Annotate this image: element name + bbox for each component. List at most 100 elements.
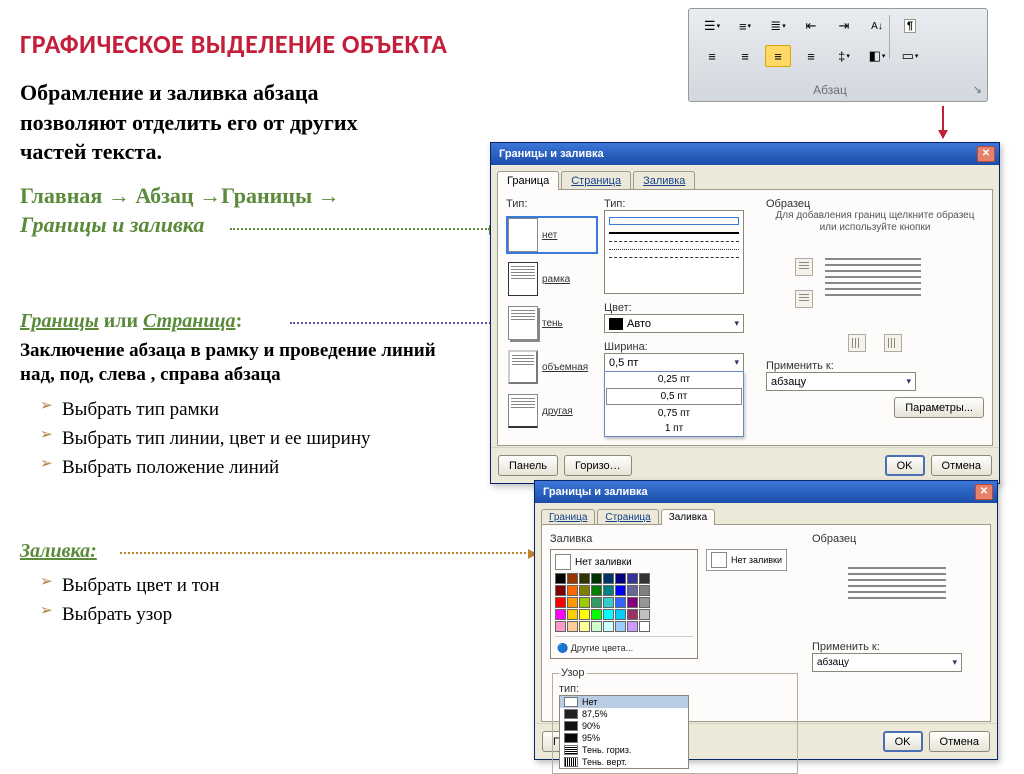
line-spacing-button[interactable]: ‡▾ (831, 45, 857, 67)
apply-to-dropdown[interactable]: абзацу▾ (766, 372, 916, 391)
color-swatch[interactable] (555, 597, 566, 608)
width-dropdown[interactable]: 0,5 пт ▾ (604, 353, 744, 372)
type-3d-option[interactable]: объемная (506, 348, 598, 386)
color-swatch[interactable] (615, 585, 626, 596)
color-swatch[interactable] (615, 597, 626, 608)
color-swatch[interactable] (555, 609, 566, 620)
color-swatch[interactable] (603, 573, 614, 584)
color-swatch[interactable] (639, 597, 650, 608)
tint-option[interactable]: 87,5% (560, 708, 688, 720)
tint-option[interactable]: 90% (560, 720, 688, 732)
tint-option[interactable]: Тень. верт. (560, 756, 688, 768)
color-swatch[interactable] (591, 573, 602, 584)
align-center-button[interactable]: ≡ (732, 45, 758, 67)
align-justify-button[interactable]: ≡ (798, 45, 824, 67)
cancel-button[interactable]: Отмена (931, 455, 992, 476)
shading-button[interactable]: ◧▾ (864, 45, 890, 67)
tab-page[interactable]: Страница (561, 171, 631, 190)
border-right-toggle[interactable] (884, 334, 902, 352)
color-swatch[interactable] (639, 585, 650, 596)
color-swatch[interactable] (603, 609, 614, 620)
align-right-button[interactable]: ≡ (765, 45, 791, 67)
color-swatch[interactable] (579, 621, 590, 632)
tab-border[interactable]: Граница (541, 509, 595, 525)
width-option[interactable]: 0,25 пт (605, 372, 743, 387)
color-swatch[interactable] (567, 609, 578, 620)
tint-option[interactable]: 95% (560, 732, 688, 744)
color-swatch[interactable] (627, 573, 638, 584)
panel-button[interactable]: Панель (498, 455, 558, 476)
color-swatch[interactable] (603, 621, 614, 632)
color-swatch[interactable] (567, 597, 578, 608)
tint-list[interactable]: Нет 87,5% 90% 95% Тень. гориз. Тень. вер… (559, 695, 689, 769)
color-swatch[interactable] (615, 609, 626, 620)
color-swatch[interactable] (627, 585, 638, 596)
close-button[interactable]: ✕ (975, 484, 993, 500)
color-swatch[interactable] (591, 597, 602, 608)
sample-paragraph[interactable] (819, 252, 927, 314)
tab-shading[interactable]: Заливка (633, 171, 695, 190)
color-swatch[interactable] (579, 597, 590, 608)
color-swatch[interactable] (591, 585, 602, 596)
borders-button[interactable]: ▭▾ (897, 45, 923, 67)
color-swatch[interactable] (627, 597, 638, 608)
border-left-toggle[interactable] (848, 334, 866, 352)
type-none-option[interactable]: нет (506, 216, 598, 254)
indent-button[interactable]: ⇥ (831, 15, 857, 37)
parameters-button[interactable]: Параметры... (894, 397, 984, 418)
color-swatch[interactable] (603, 585, 614, 596)
color-swatch[interactable] (579, 573, 590, 584)
color-swatch[interactable] (603, 597, 614, 608)
color-swatch[interactable] (615, 573, 626, 584)
no-fill-swatch[interactable] (555, 554, 571, 570)
color-swatch[interactable] (627, 621, 638, 632)
dedent-button[interactable]: ⇤ (798, 15, 824, 37)
color-swatch[interactable] (567, 573, 578, 584)
align-left-button[interactable]: ≡ (699, 45, 725, 67)
bullets-button[interactable]: ☰▾ (699, 15, 725, 37)
color-palette[interactable]: Нет заливки 🔵 Другие цвета... (550, 549, 698, 659)
color-dropdown[interactable]: Авто ▾ (604, 314, 744, 333)
hline-button[interactable]: Горизо… (564, 455, 632, 476)
tab-page[interactable]: Страница (597, 509, 658, 525)
color-swatch[interactable] (639, 573, 650, 584)
tab-border[interactable]: Граница (497, 171, 559, 190)
border-bottom-toggle[interactable] (795, 290, 813, 308)
width-option[interactable]: 0,75 пт (605, 406, 743, 421)
color-swatch[interactable] (579, 585, 590, 596)
dialog-launcher-icon[interactable]: ↘ (973, 83, 982, 96)
color-swatch[interactable] (579, 609, 590, 620)
numbering-button[interactable]: ≡▾ (732, 15, 758, 37)
line-style-list[interactable] (604, 210, 744, 294)
tab-shading[interactable]: Заливка (661, 509, 716, 525)
color-swatch[interactable] (639, 609, 650, 620)
no-fill-button[interactable]: Нет заливки (706, 549, 787, 571)
show-marks-button[interactable]: ¶ (897, 15, 923, 37)
border-top-toggle[interactable] (795, 258, 813, 276)
color-swatch[interactable] (639, 621, 650, 632)
sort-button[interactable]: А↓ (864, 15, 890, 37)
color-swatch[interactable] (567, 585, 578, 596)
ribbon-paragraph-group: ☰▾ ≡▾ ≣▾ ⇤ ⇥ А↓ ¶ ≡ ≡ ≡ ≡ ‡▾ ◧▾ ▭▾ Абзац… (688, 8, 988, 102)
type-frame-option[interactable]: рамка (506, 260, 598, 298)
type-shadow-option[interactable]: тень (506, 304, 598, 342)
width-options-popup[interactable]: 0,25 пт 0,5 пт 0,75 пт 1 пт (604, 371, 744, 437)
type-custom-option[interactable]: другая (506, 392, 598, 430)
close-button[interactable]: ✕ (977, 146, 995, 162)
other-colors-link[interactable]: 🔵 Другие цвета... (555, 641, 693, 654)
color-swatch[interactable] (555, 621, 566, 632)
apply-to-dropdown[interactable]: абзацу▾ (812, 653, 962, 672)
width-option[interactable]: 1 пт (605, 421, 743, 436)
width-option[interactable]: 0,5 пт (606, 388, 742, 405)
color-swatch[interactable] (615, 621, 626, 632)
color-swatch[interactable] (555, 573, 566, 584)
tint-option[interactable]: Нет (560, 696, 688, 708)
color-swatch[interactable] (555, 585, 566, 596)
color-swatch[interactable] (567, 621, 578, 632)
color-swatch[interactable] (591, 609, 602, 620)
ok-button[interactable]: OK (885, 455, 925, 476)
color-swatch[interactable] (627, 609, 638, 620)
multilevel-button[interactable]: ≣▾ (765, 15, 791, 37)
tint-option[interactable]: Тень. гориз. (560, 744, 688, 756)
color-swatch[interactable] (591, 621, 602, 632)
